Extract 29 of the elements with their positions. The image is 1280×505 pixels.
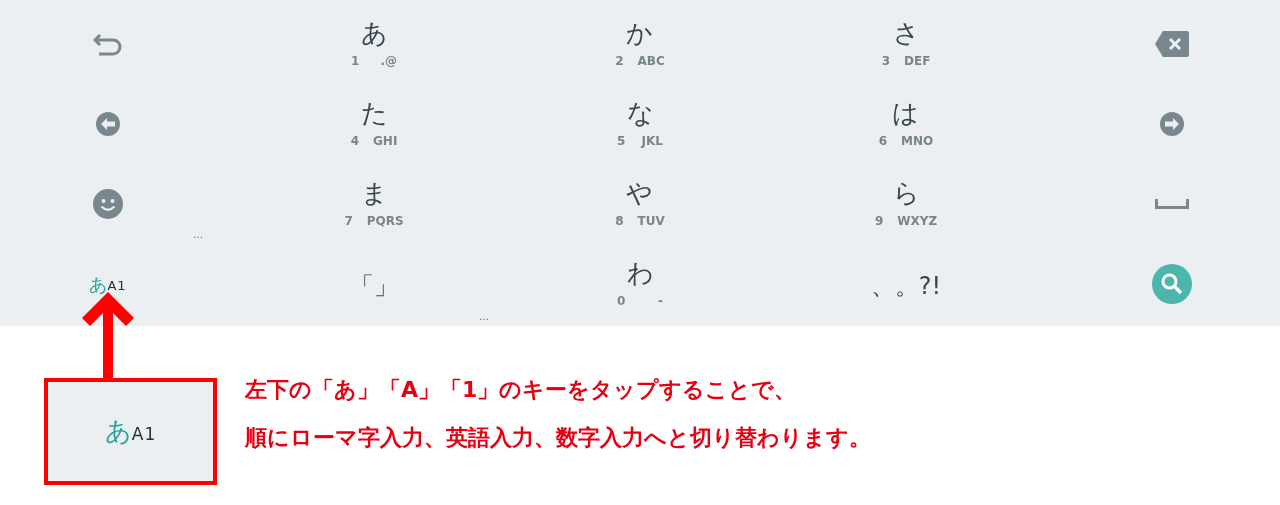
kana-key[interactable]: わ 0 - — [617, 258, 663, 310]
symbol-key[interactable]: 、。?! — [773, 244, 1039, 324]
more-hint: … — [479, 312, 489, 322]
backspace-icon — [1155, 31, 1189, 57]
kana-key[interactable]: さ 3 DEF — [881, 18, 931, 70]
undo-icon — [93, 32, 123, 56]
instruction-text: 左下の「あ」「A」「1」のキーをタップすることで、 — [245, 376, 798, 404]
more-hint: … — [193, 230, 203, 240]
space-key[interactable] — [1153, 197, 1191, 211]
instruction-text: 順にローマ字入力、英語入力、数字入力へと切り替わります。 — [245, 424, 871, 452]
right-key[interactable] — [1158, 110, 1186, 138]
search-icon — [1152, 264, 1192, 304]
search-key[interactable] — [1150, 262, 1194, 306]
smiley-icon — [93, 189, 123, 219]
left-key[interactable] — [94, 110, 122, 138]
space-icon — [1155, 199, 1189, 209]
backspace-key[interactable] — [1153, 29, 1191, 59]
key-primary-label: あ — [104, 415, 132, 448]
key-secondary-label: A1 — [131, 422, 157, 446]
emoji-key[interactable] — [91, 187, 125, 221]
kana-key[interactable]: ま 7 PQRS — [344, 178, 404, 230]
kana-key[interactable]: た 4 GHI — [350, 98, 398, 150]
input-mode-key[interactable]: あA1 — [89, 270, 127, 298]
kana-key[interactable]: あ 1 .@ — [351, 18, 397, 70]
kana-key[interactable]: ら 9 WXYZ — [874, 178, 938, 230]
kana-key[interactable]: か 2 ABC — [615, 18, 665, 70]
kana-key[interactable]: は 6 MNO — [878, 98, 934, 150]
kana-key[interactable]: や 8 TUV — [615, 178, 665, 230]
kana-key[interactable]: な 5 JKL — [617, 98, 663, 150]
